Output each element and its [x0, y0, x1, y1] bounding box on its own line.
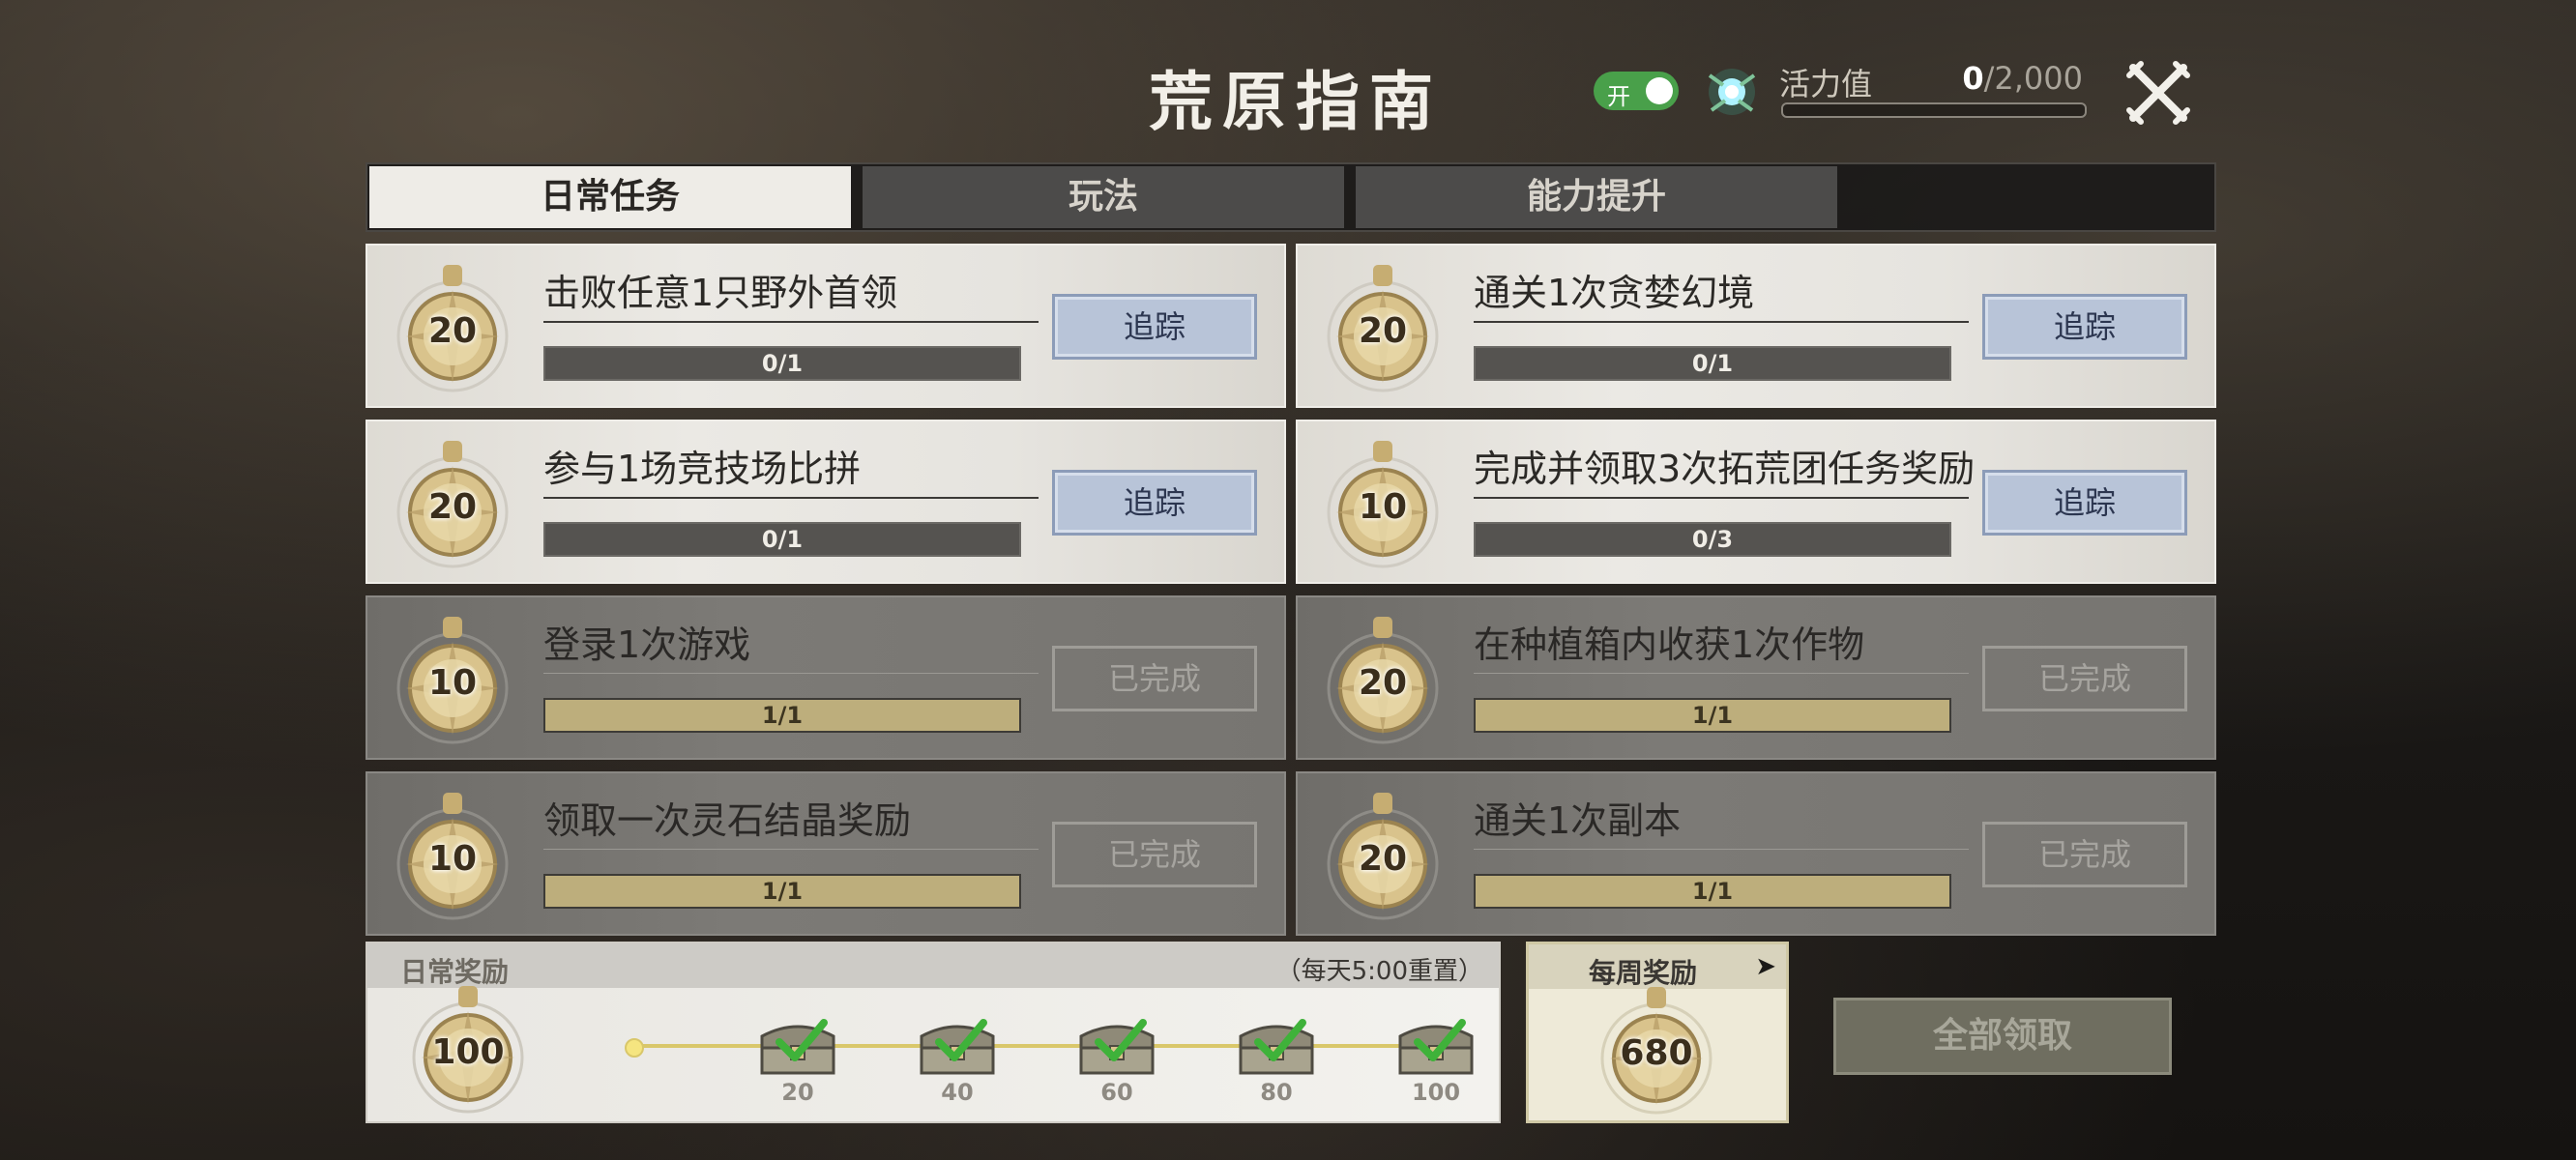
- task-points: 20: [1358, 311, 1408, 351]
- track-button[interactable]: 追踪: [1052, 294, 1257, 360]
- completed-button: 已完成: [1052, 822, 1257, 887]
- task-medal: 20: [1317, 785, 1449, 920]
- task-divider: [1474, 849, 1969, 850]
- tab-bar: 日常任务 玩法 能力提升: [366, 162, 2216, 232]
- task-divider: [1474, 321, 1969, 323]
- task-name: 在种植箱内收获1次作物: [1474, 624, 1865, 666]
- task-medal: 10: [387, 785, 518, 920]
- reward-chest-icon[interactable]: [1235, 1013, 1318, 1077]
- milestone-label: 60: [1100, 1079, 1133, 1106]
- page-title: 荒原指南: [1149, 64, 1443, 139]
- task-medal: 10: [1317, 433, 1449, 568]
- task-points: 20: [1358, 839, 1408, 879]
- task-progress-text: 0/3: [1691, 526, 1734, 553]
- task-medal: 20: [1317, 257, 1449, 392]
- task-name: 通关1次副本: [1474, 799, 1682, 842]
- completed-button: 已完成: [1052, 646, 1257, 711]
- reward-chest-icon[interactable]: [1075, 1013, 1158, 1077]
- task-progress-bar: 0/3: [1474, 522, 1951, 557]
- task-points: 20: [427, 487, 478, 527]
- milestone-label: 80: [1260, 1079, 1293, 1106]
- task-medal: 20: [387, 257, 518, 392]
- task-card: 20 在种植箱内收获1次作物 1/1 已完成: [1296, 595, 2216, 760]
- task-progress-bar: 1/1: [1474, 874, 1951, 909]
- task-card: 20 通关1次贪婪幻境 0/1 追踪: [1296, 244, 2216, 408]
- weekly-reward-panel[interactable]: 每周奖励 ➤ 680: [1526, 942, 1789, 1123]
- toggle-label: 开: [1607, 83, 1630, 110]
- task-name: 登录1次游戏: [543, 624, 751, 666]
- task-name: 击败任意1只野外首领: [543, 272, 898, 314]
- chevron-right-icon[interactable]: ➤: [1755, 952, 1776, 981]
- task-divider: [543, 497, 1039, 499]
- reward-chest-icon[interactable]: [756, 1013, 839, 1077]
- task-progress-bar: 0/1: [543, 346, 1021, 381]
- task-progress-text: 0/1: [761, 350, 804, 377]
- task-divider: [1474, 497, 1969, 499]
- daily-medal: 100: [402, 978, 534, 1114]
- task-name: 领取一次灵石结晶奖励: [543, 799, 912, 842]
- milestone-start-dot: [625, 1038, 644, 1058]
- vitality-current: 0: [1962, 60, 1984, 97]
- task-points: 20: [427, 311, 478, 351]
- toggle-switch[interactable]: 开: [1594, 72, 1679, 110]
- daily-reset-note: （每天5:00重置）: [1275, 957, 1483, 986]
- completed-button: 已完成: [1982, 822, 2187, 887]
- milestone-label: 100: [1411, 1079, 1461, 1106]
- task-divider: [1474, 673, 1969, 674]
- task-divider: [543, 673, 1039, 674]
- task-points: 20: [1358, 663, 1408, 703]
- task-points: 10: [1358, 487, 1408, 527]
- completed-button: 已完成: [1982, 646, 2187, 711]
- daily-reward-panel: 日常奖励 （每天5:00重置） 100 20 40 60 80 100: [366, 942, 1501, 1123]
- task-points: 10: [427, 839, 478, 879]
- tab-gameplay[interactable]: 玩法: [863, 166, 1344, 228]
- task-progress-text: 1/1: [761, 702, 804, 729]
- milestone-label: 20: [781, 1079, 814, 1106]
- task-card: 20 通关1次副本 1/1 已完成: [1296, 771, 2216, 936]
- track-button[interactable]: 追踪: [1982, 294, 2187, 360]
- task-progress-bar: 0/1: [543, 522, 1021, 557]
- task-progress-bar: 0/1: [1474, 346, 1951, 381]
- track-button[interactable]: 追踪: [1052, 470, 1257, 536]
- task-card: 20 击败任意1只野外首领 0/1 追踪: [366, 244, 1286, 408]
- close-icon[interactable]: [2123, 58, 2193, 128]
- track-button[interactable]: 追踪: [1982, 470, 2187, 536]
- task-divider: [543, 849, 1039, 850]
- milestone-label: 40: [941, 1079, 974, 1106]
- task-medal: 10: [387, 609, 518, 744]
- toggle-knob: [1646, 77, 1673, 104]
- task-progress-bar: 1/1: [543, 874, 1021, 909]
- vitality-bar: [1781, 102, 2087, 118]
- task-progress-text: 0/1: [761, 526, 804, 553]
- task-progress-text: 1/1: [761, 878, 804, 905]
- weekly-medal: 680: [1591, 979, 1722, 1115]
- task-progress-bar: 1/1: [543, 698, 1021, 733]
- tab-daily-tasks[interactable]: 日常任务: [369, 166, 851, 228]
- task-progress-text: 0/1: [1691, 350, 1734, 377]
- task-medal: 20: [387, 433, 518, 568]
- vitality-orb-icon: [1704, 64, 1760, 120]
- task-progress-text: 1/1: [1691, 702, 1734, 729]
- weekly-points: 680: [1620, 1033, 1693, 1073]
- task-progress-bar: 1/1: [1474, 698, 1951, 733]
- task-card: 10 登录1次游戏 1/1 已完成: [366, 595, 1286, 760]
- daily-points: 100: [431, 1032, 505, 1072]
- task-card: 10 完成并领取3次拓荒团任务奖励 0/3 追踪: [1296, 420, 2216, 584]
- task-progress-text: 1/1: [1691, 878, 1734, 905]
- tab-ability-upgrade[interactable]: 能力提升: [1356, 166, 1837, 228]
- vitality-label: 活力值: [1779, 66, 1873, 102]
- vitality-max: /2,000: [1983, 60, 2083, 97]
- task-points: 10: [427, 663, 478, 703]
- reward-chest-icon[interactable]: [916, 1013, 999, 1077]
- task-medal: 20: [1317, 609, 1449, 744]
- task-name: 参与1场竞技场比拼: [543, 448, 862, 490]
- reward-chest-icon[interactable]: [1394, 1013, 1478, 1077]
- claim-all-button[interactable]: 全部领取: [1833, 998, 2172, 1075]
- task-card: 20 参与1场竞技场比拼 0/1 追踪: [366, 420, 1286, 584]
- task-name: 通关1次贪婪幻境: [1474, 272, 1755, 314]
- task-divider: [543, 321, 1039, 323]
- task-name: 完成并领取3次拓荒团任务奖励: [1474, 448, 1976, 490]
- task-card: 10 领取一次灵石结晶奖励 1/1 已完成: [366, 771, 1286, 936]
- vitality-value: 0/2,000: [1934, 60, 2083, 97]
